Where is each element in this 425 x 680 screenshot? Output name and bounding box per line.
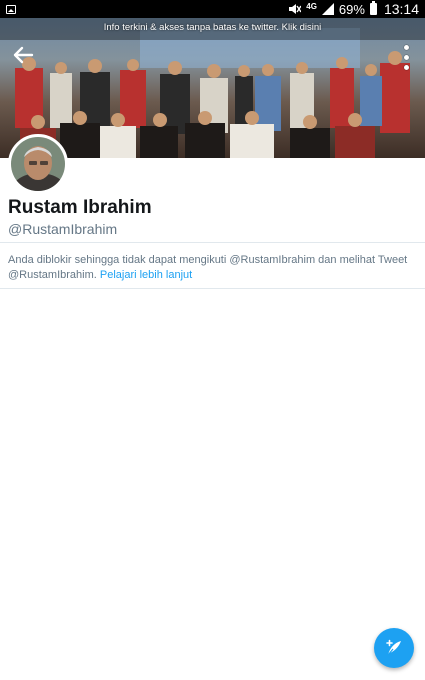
username-handle: @RustamIbrahim bbox=[8, 221, 118, 237]
compose-tweet-icon bbox=[386, 639, 401, 656]
more-vertical-icon bbox=[403, 44, 409, 50]
header-banner-image[interactable]: Info terkini & akses tanpa batas ke twit… bbox=[0, 18, 425, 158]
arrow-left-icon bbox=[13, 46, 34, 64]
battery-icon bbox=[369, 1, 377, 15]
network-type-label: 4G bbox=[306, 2, 317, 11]
compose-tweet-button[interactable] bbox=[374, 628, 414, 668]
promo-notice-link[interactable]: Info terkini & akses tanpa batas ke twit… bbox=[0, 22, 425, 33]
blocked-message-text: Anda diblokir sehingga tidak dapat mengi… bbox=[8, 254, 408, 281]
learn-more-link[interactable]: Pelajari lebih lanjut bbox=[100, 269, 192, 281]
gallery-notification-icon bbox=[6, 4, 16, 14]
avatar[interactable] bbox=[8, 134, 68, 194]
avatar-image bbox=[11, 137, 65, 191]
divider bbox=[0, 288, 425, 289]
clock: 13:14 bbox=[383, 1, 419, 17]
divider bbox=[0, 242, 425, 243]
battery-percent: 69% bbox=[338, 1, 365, 17]
blocked-notice: Anda diblokir sehingga tidak dapat mengi… bbox=[8, 253, 408, 283]
back-button[interactable] bbox=[8, 40, 38, 70]
more-options-button[interactable] bbox=[395, 42, 417, 72]
group-photo bbox=[15, 51, 410, 158]
signal-icon bbox=[321, 3, 334, 15]
display-name: Rustam Ibrahim bbox=[8, 197, 152, 218]
mute-icon bbox=[289, 4, 302, 14]
status-bar: 4G 69% 13:14 bbox=[0, 0, 425, 18]
